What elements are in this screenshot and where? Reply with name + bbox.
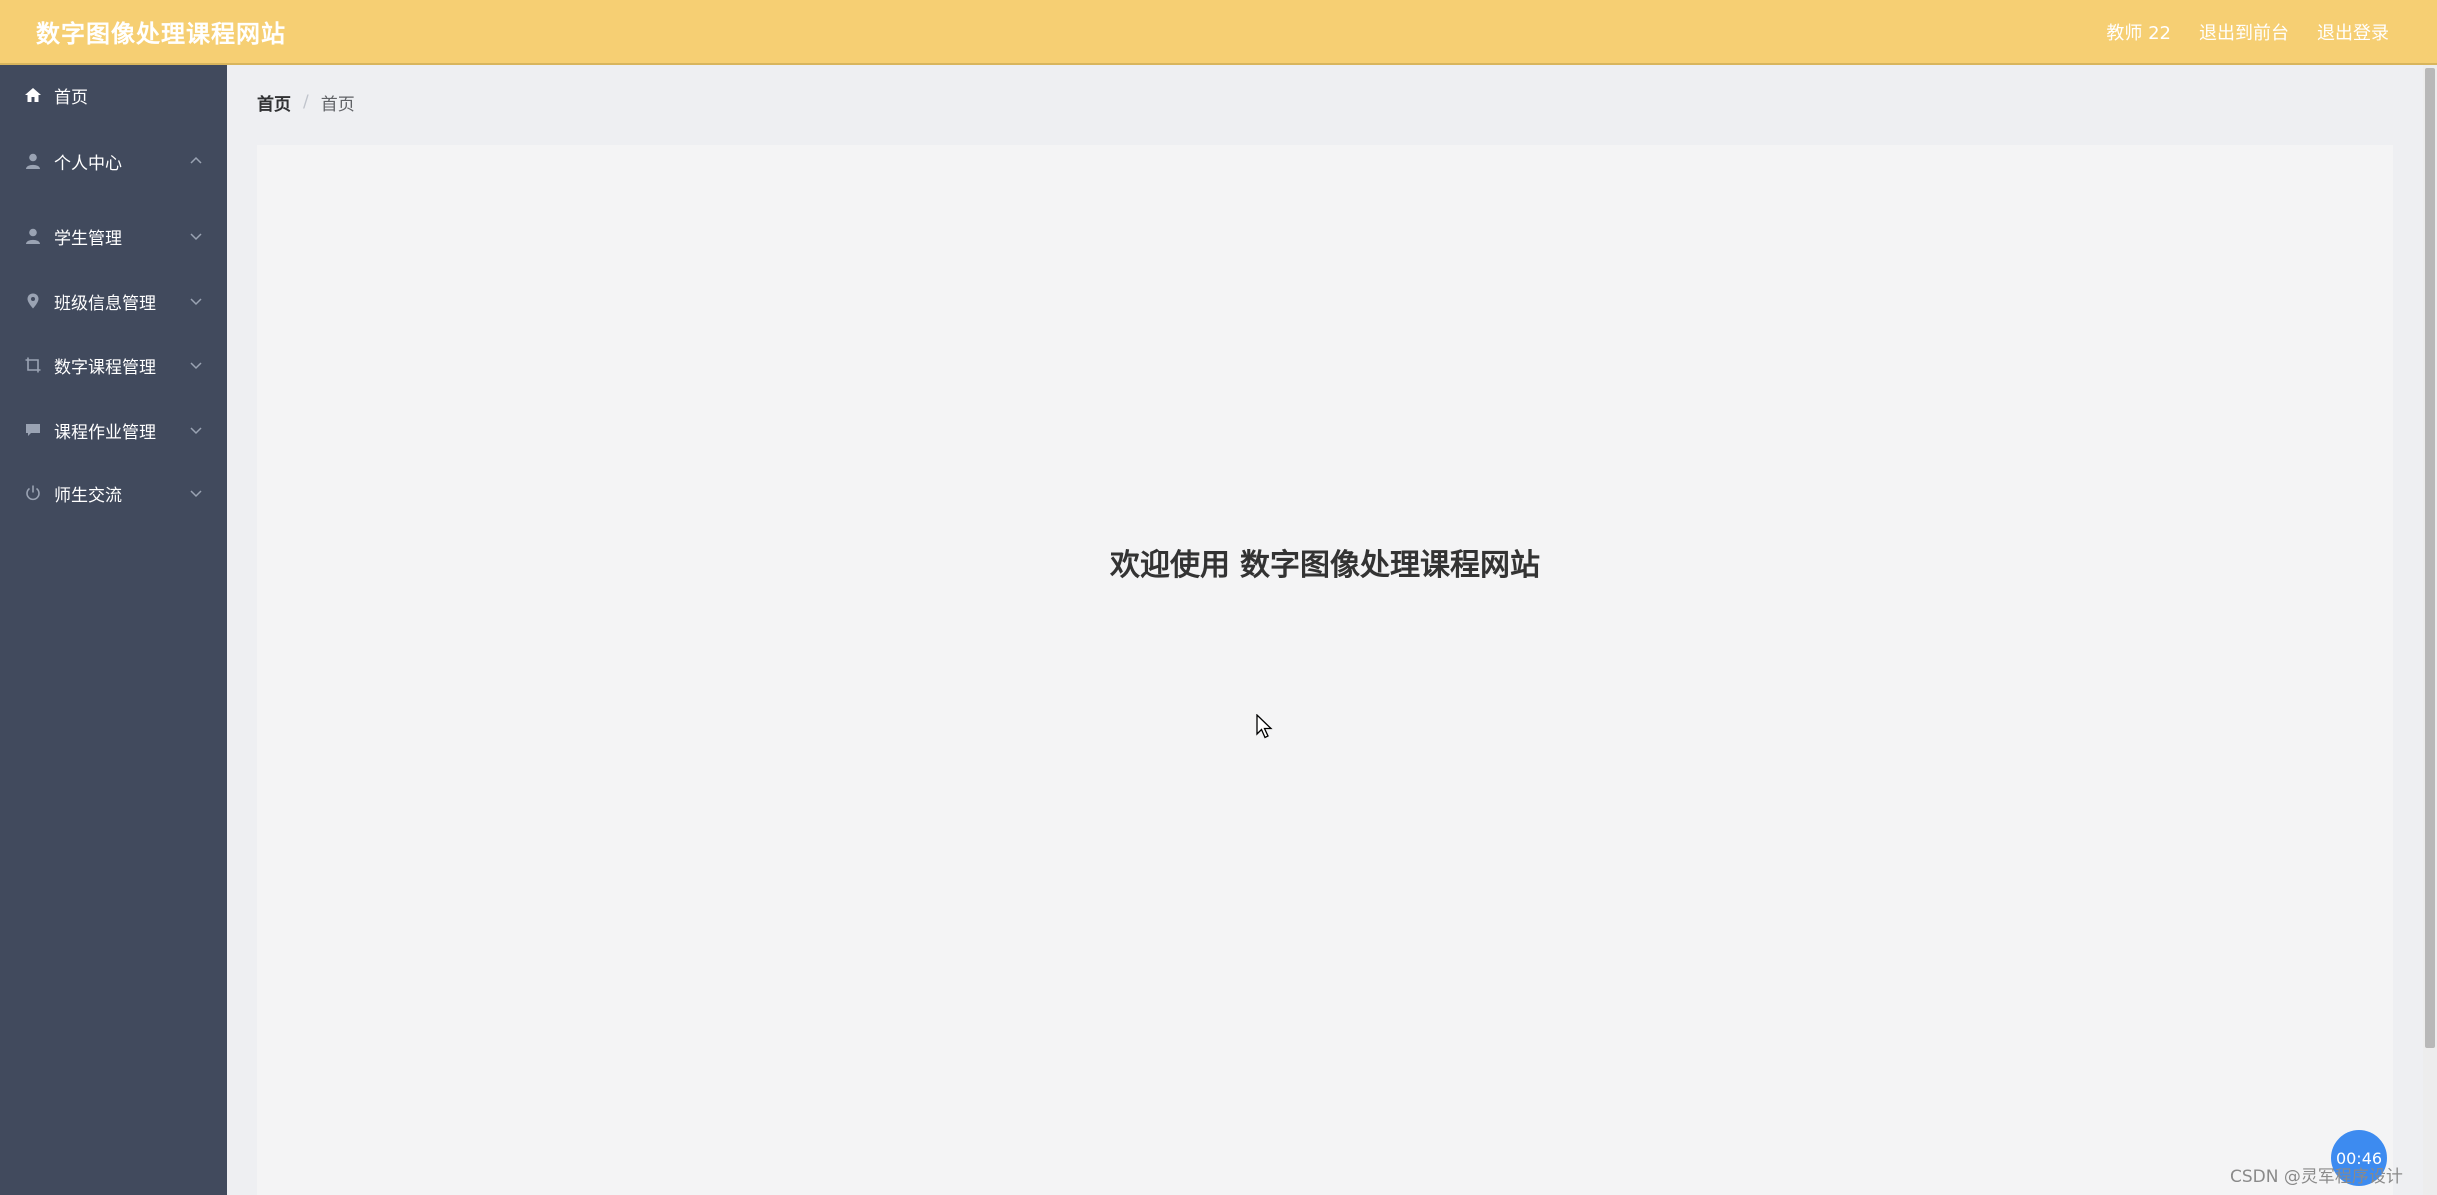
sidebar: 首页 个人中心 学生管理 班级信息管理 数字课程管理 课程作业管理 师生交流 <box>0 65 227 1195</box>
sidebar-item-courses[interactable]: 数字课程管理 <box>0 340 227 390</box>
location-icon <box>22 290 44 312</box>
user-icon <box>22 150 44 172</box>
user-icon <box>22 225 44 247</box>
sidebar-item-home[interactable]: 首页 <box>0 70 227 120</box>
scrollbar-thumb[interactable] <box>2425 68 2435 1048</box>
sidebar-item-label: 课程作业管理 <box>54 422 156 443</box>
welcome-heading: 欢迎使用 数字图像处理课程网站 <box>257 540 2393 584</box>
site-title: 数字图像处理课程网站 <box>36 20 286 48</box>
chevron-down-icon <box>187 356 205 374</box>
breadcrumb: 首页 / 首页 <box>257 87 355 117</box>
home-icon <box>22 84 44 106</box>
sidebar-item-label: 学生管理 <box>54 228 122 249</box>
main-area: 首页 / 首页 欢迎使用 数字图像处理课程网站 <box>227 65 2423 1195</box>
watermark: CSDN @灵军程序设计 <box>2230 1167 2403 1187</box>
sidebar-item-students[interactable]: 学生管理 <box>0 211 227 261</box>
chevron-down-icon <box>187 292 205 310</box>
crop-icon <box>22 354 44 376</box>
sidebar-item-homework[interactable]: 课程作业管理 <box>0 405 227 455</box>
header-links: 教师 22 退出到前台 退出登录 <box>2106 19 2437 45</box>
welcome-app-name: 数字图像处理课程网站 <box>1240 548 1540 583</box>
top-header: 数字图像处理课程网站 教师 22 退出到前台 退出登录 <box>0 0 2437 65</box>
chevron-down-icon <box>187 227 205 245</box>
sidebar-item-label: 班级信息管理 <box>54 293 156 314</box>
message-icon <box>22 419 44 441</box>
front-link[interactable]: 退出到前台 <box>2199 19 2289 45</box>
power-icon <box>22 482 44 504</box>
mouse-cursor-icon <box>1256 713 1274 740</box>
content-card: 欢迎使用 数字图像处理课程网站 <box>257 145 2393 1195</box>
logout-link[interactable]: 退出登录 <box>2317 19 2389 45</box>
breadcrumb-current: 首页 <box>320 94 355 115</box>
sidebar-item-label: 首页 <box>54 87 88 108</box>
chevron-down-icon <box>187 421 205 439</box>
user-label: 教师 22 <box>2106 22 2171 44</box>
sidebar-item-label: 数字课程管理 <box>54 357 156 378</box>
chevron-up-icon <box>187 152 205 170</box>
sidebar-item-communication[interactable]: 师生交流 <box>0 468 227 518</box>
sidebar-item-classes[interactable]: 班级信息管理 <box>0 276 227 326</box>
breadcrumb-separator: / <box>303 92 309 112</box>
welcome-prefix: 欢迎使用 <box>1110 548 1230 583</box>
breadcrumb-home[interactable]: 首页 <box>257 90 291 115</box>
chevron-down-icon <box>187 484 205 502</box>
sidebar-item-label: 个人中心 <box>54 153 122 174</box>
sidebar-item-label: 师生交流 <box>54 485 122 506</box>
sidebar-item-personal[interactable]: 个人中心 <box>0 136 227 186</box>
